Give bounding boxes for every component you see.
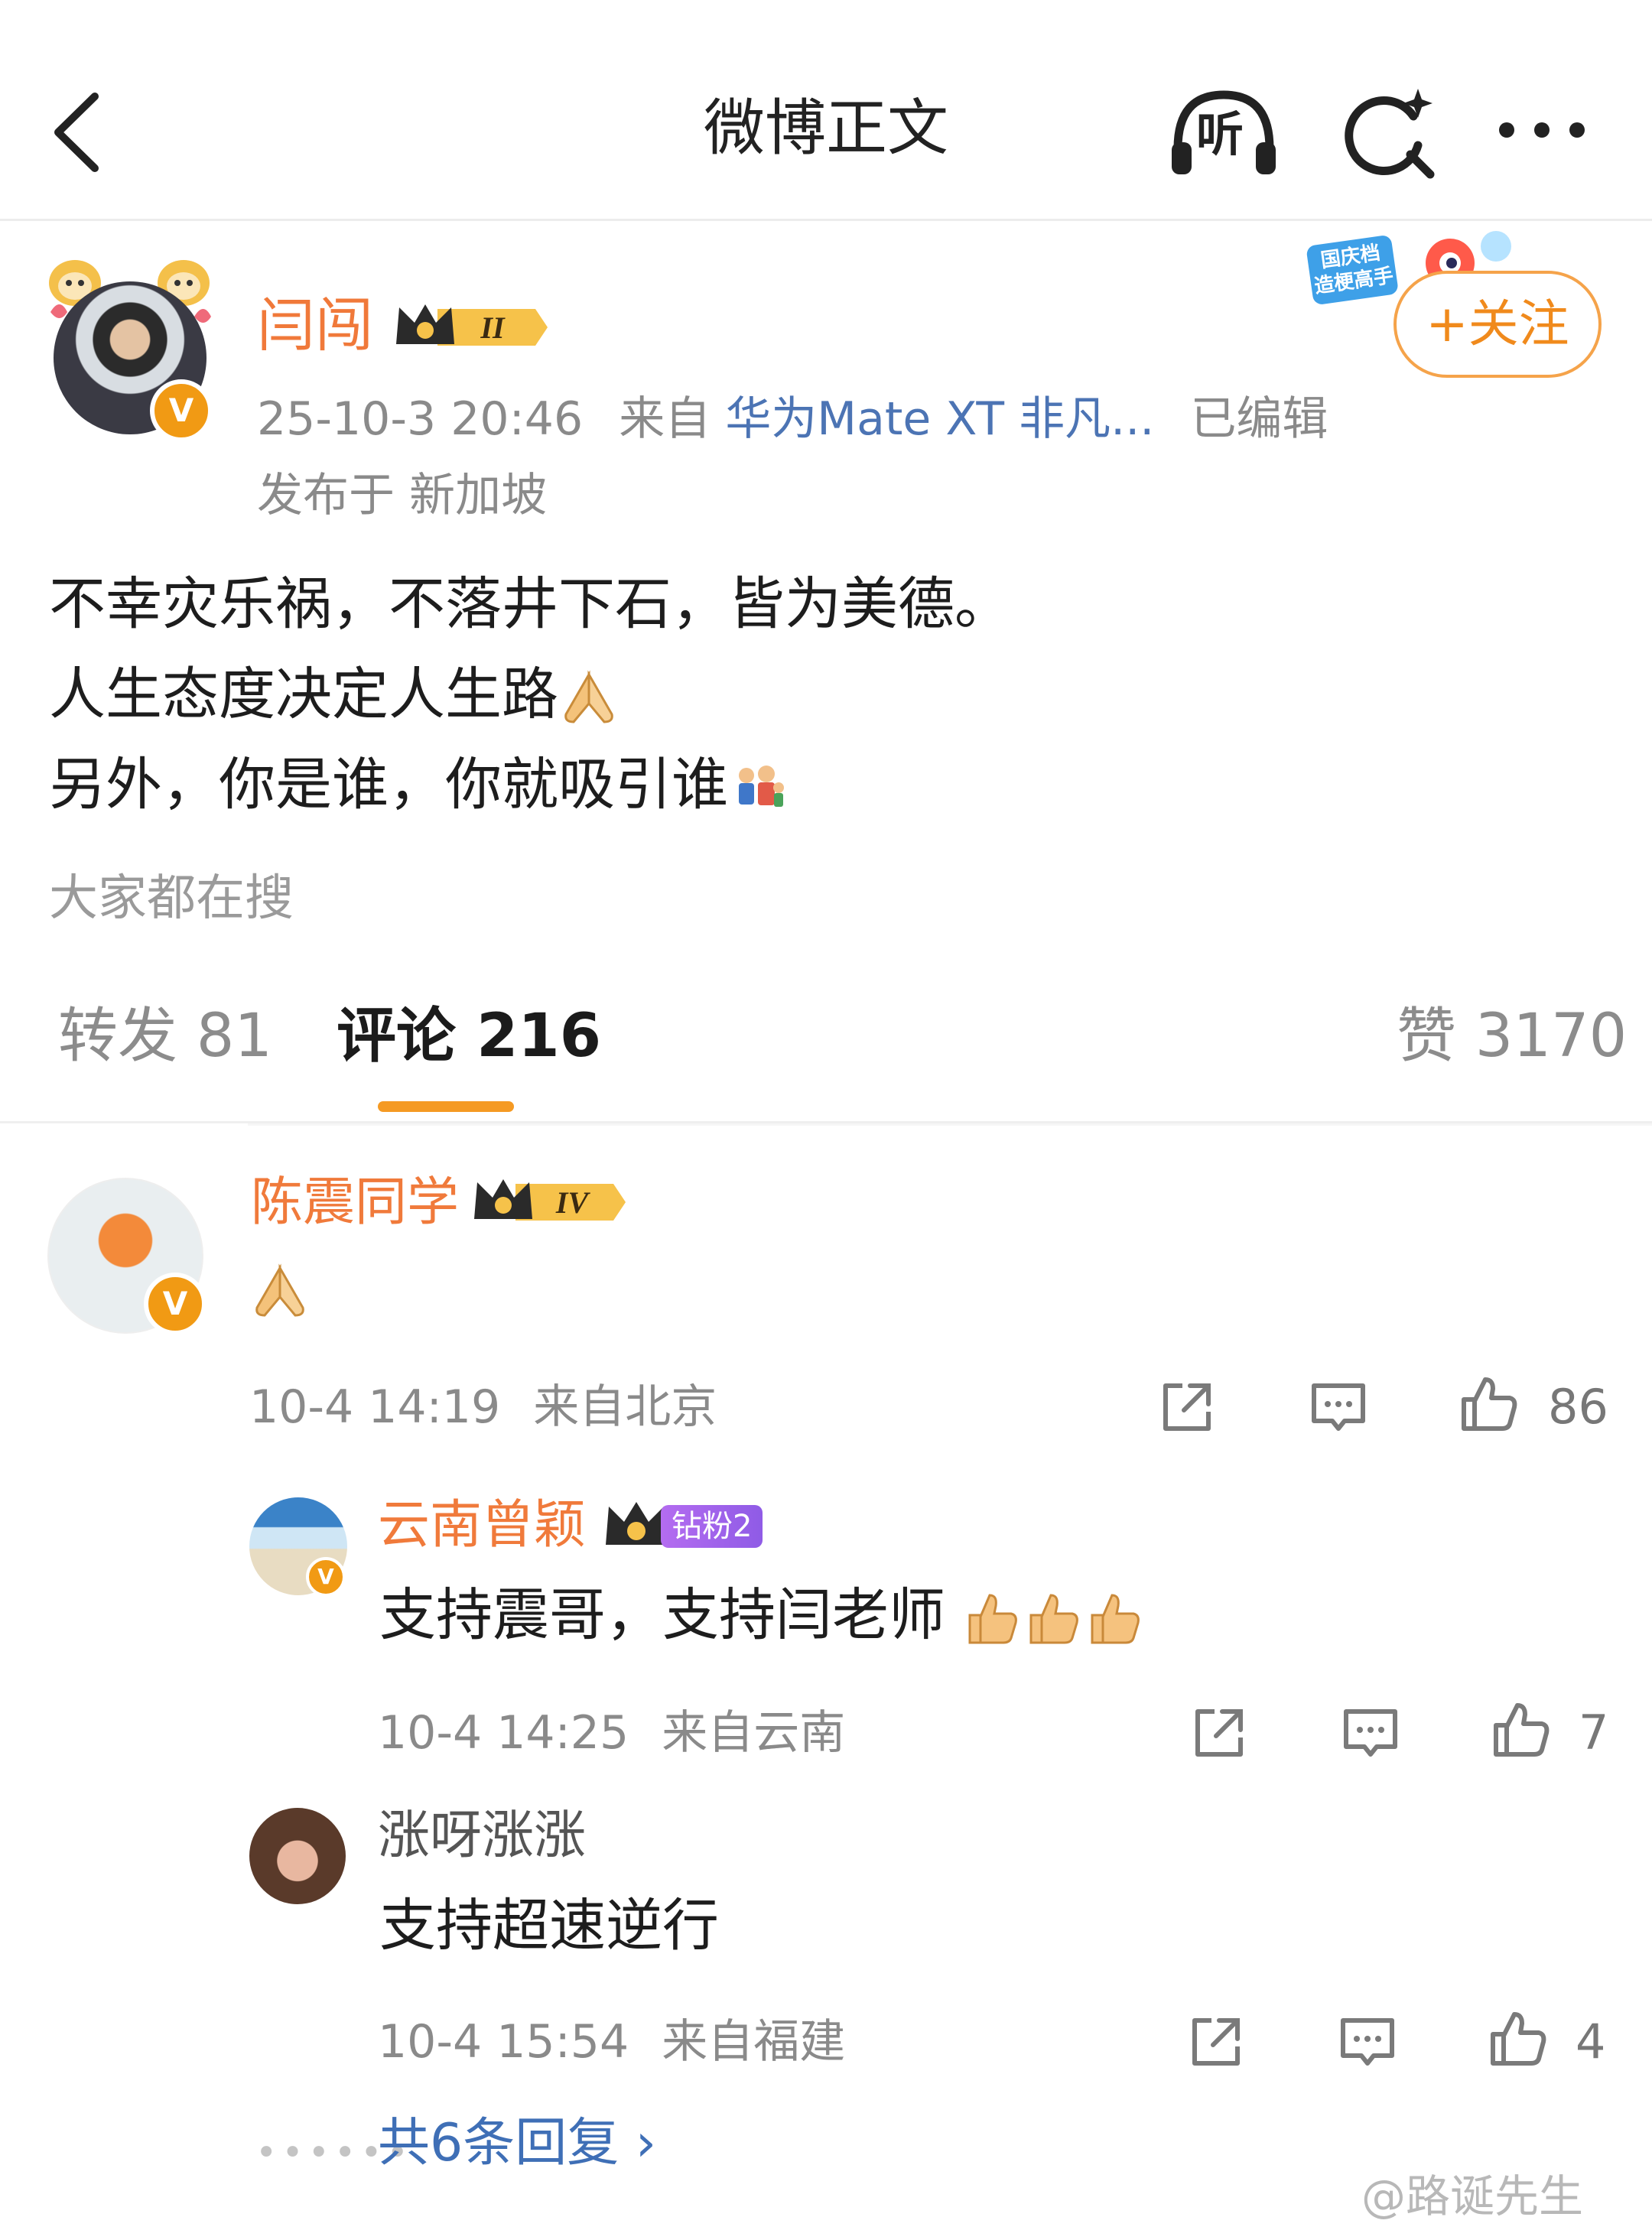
reply-text: 支持超速逆行: [379, 1893, 719, 1959]
comments-top-divider: [248, 1123, 1652, 1126]
edited-label[interactable]: 已编辑: [1190, 392, 1328, 446]
verified-icon: V: [144, 1273, 206, 1335]
trending-search-hint[interactable]: 大家都在搜: [49, 864, 294, 933]
verified-icon: V: [150, 379, 213, 442]
reply-avatar[interactable]: [249, 1808, 346, 1904]
comment-location: 来自北京: [533, 1380, 717, 1434]
reply-author-name[interactable]: 云南曾颖: [378, 1491, 586, 1560]
from-label: 来自: [619, 392, 711, 446]
post-meta: 25-10-3 20:46 来自 华为Mate XT 非凡... 已编辑: [257, 388, 1328, 450]
comment-icon[interactable]: [1340, 1702, 1401, 1764]
like-count: 4: [1576, 2014, 1606, 2069]
comment-icon[interactable]: [1337, 2011, 1398, 2072]
family-icon: [739, 766, 784, 808]
crown-level-badge: IV: [474, 1179, 626, 1221]
more-icon[interactable]: [1496, 107, 1588, 153]
crown-level-text: IV: [555, 1185, 591, 1220]
comment-time: 10-4 14:19: [249, 1380, 501, 1434]
follow-button[interactable]: +关注: [1393, 271, 1602, 378]
post-text-line-2: 人生态度决定人生路: [49, 656, 620, 733]
tab-repost[interactable]: 转发 81: [58, 994, 272, 1078]
reply-author-name[interactable]: 涨呀涨涨: [378, 1802, 586, 1871]
like-count: 86: [1548, 1379, 1608, 1435]
like-icon[interactable]: [1458, 1373, 1519, 1435]
post-text-line-1: 不幸灾乐祸，不落井下石，皆为美德。: [49, 566, 1011, 642]
like-count: 7: [1579, 1705, 1609, 1760]
post-timestamp: 25-10-3 20:46: [257, 392, 584, 446]
post-location: 发布于 新加坡: [257, 469, 548, 522]
crown-level-badge: II: [396, 304, 548, 346]
reply-location: 来自福建: [662, 2015, 846, 2069]
active-tab-indicator: [378, 1101, 514, 1112]
view-all-replies-link[interactable]: 共6条回复 ›: [378, 2109, 656, 2178]
watermark: @路诞先生: [1361, 2170, 1584, 2222]
fan-level-badge: 钻粉2: [661, 1505, 763, 1548]
thumbs-up-icon: [968, 1594, 1140, 1644]
tab-comment[interactable]: 评论 216: [337, 994, 601, 1078]
reply-time: 10-4 15:54: [378, 2015, 629, 2069]
like-icon[interactable]: [1487, 2008, 1548, 2069]
post-text: 另外，你是谁，你就吸引谁: [49, 752, 728, 818]
reply-time: 10-4 14:25: [378, 1706, 629, 1760]
verified-icon: V: [306, 1557, 346, 1597]
crown-level-text: II: [480, 310, 506, 345]
like-icon[interactable]: [1490, 1699, 1551, 1760]
top-nav-bar: 微博正文 听: [0, 0, 1652, 220]
reply-text-row: 支持震哥，支持闫老师: [379, 1577, 1147, 1653]
post-text-line-3: 另外，你是谁，你就吸引谁: [49, 746, 789, 823]
nav-divider: [0, 219, 1652, 221]
comment-author-name[interactable]: 陈震同学: [251, 1169, 459, 1237]
listen-button[interactable]: 听: [1167, 87, 1280, 179]
reply-meta: 10-4 14:25 来自云南: [378, 1702, 845, 1764]
post-source-device[interactable]: 华为Mate XT 非凡...: [725, 392, 1154, 446]
post-text: 不幸灾乐祸，不落井下石，皆为美德。: [49, 571, 1011, 637]
search-icon[interactable]: [1338, 83, 1438, 182]
tab-like[interactable]: 赞 3170: [1397, 994, 1627, 1078]
comment-meta: 10-4 14:19 来自北京: [249, 1377, 717, 1438]
share-icon[interactable]: [1185, 2011, 1247, 2072]
listen-label: 听: [1196, 106, 1244, 162]
reply-meta: 10-4 15:54 来自福建: [378, 2011, 845, 2072]
post-text: 人生态度决定人生路: [49, 662, 558, 727]
folded-hands-icon: [564, 670, 613, 723]
author-name[interactable]: 闫闯: [257, 289, 373, 362]
share-icon[interactable]: [1156, 1377, 1218, 1438]
share-icon[interactable]: [1189, 1702, 1250, 1764]
reply-text: 支持震哥，支持闫老师: [379, 1582, 945, 1648]
reply-location: 来自云南: [662, 1706, 846, 1760]
comment-icon[interactable]: [1308, 1377, 1369, 1438]
folded-hands-icon: [255, 1263, 304, 1317]
